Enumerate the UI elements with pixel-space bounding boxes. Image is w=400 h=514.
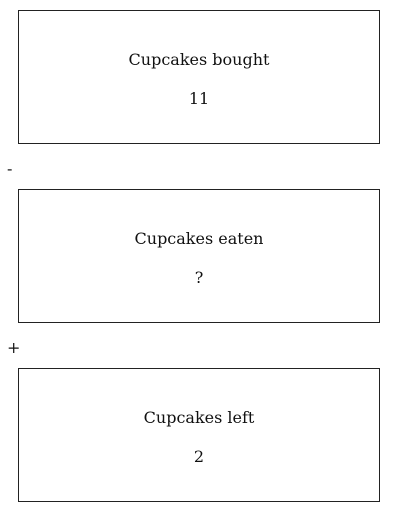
plus-operator: +: [7, 338, 21, 357]
cupcakes-bought-box: Cupcakes bought 11: [18, 10, 380, 144]
box-value: 2: [193, 447, 205, 466]
box-label: Cupcakes left: [143, 408, 255, 427]
box-label: Cupcakes bought: [128, 50, 270, 69]
box-label: Cupcakes eaten: [134, 229, 264, 248]
cupcakes-eaten-box: Cupcakes eaten ?: [18, 189, 380, 323]
box-value: ?: [194, 268, 204, 287]
box-value: 11: [188, 89, 210, 108]
minus-operator: -: [7, 159, 13, 178]
cupcakes-left-box: Cupcakes left 2: [18, 368, 380, 502]
